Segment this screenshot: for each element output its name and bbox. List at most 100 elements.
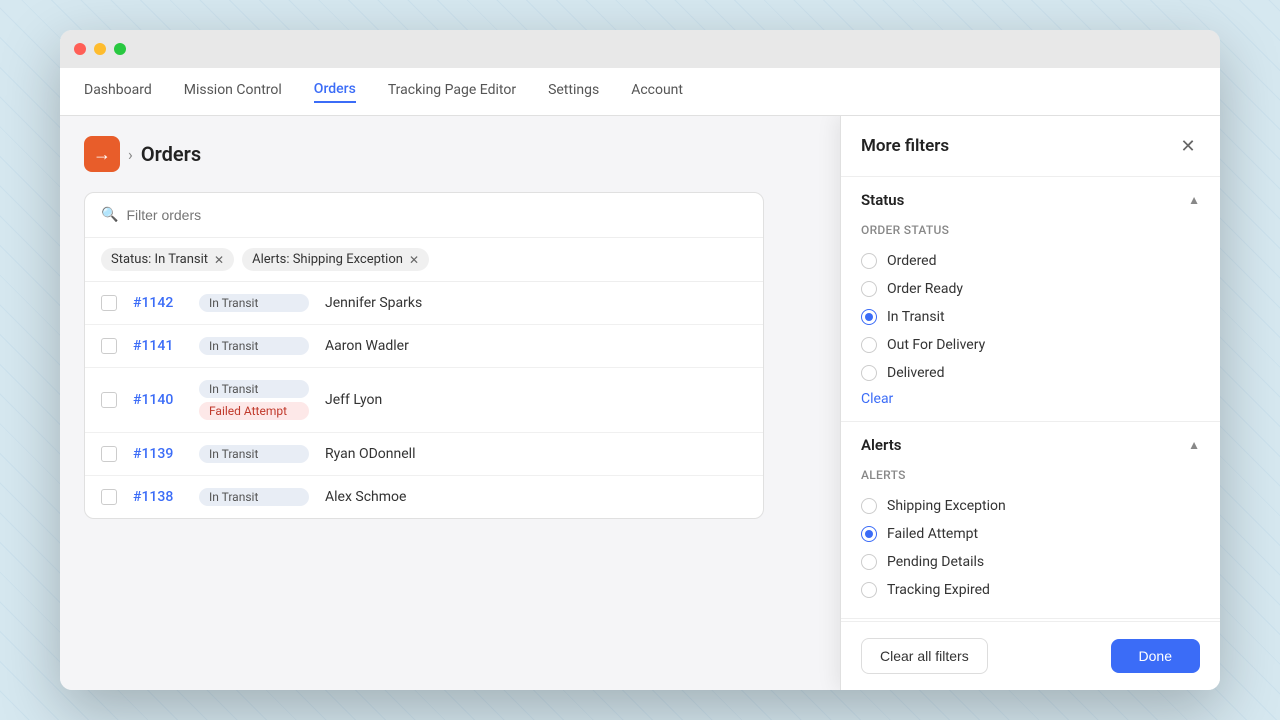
radio-out-for-delivery-label: Out For Delivery [887, 337, 985, 353]
alerts-filter-section: Alerts ▲ Alerts Shipping Exception Faile… [841, 422, 1220, 619]
radio-order-ready[interactable] [861, 281, 877, 297]
search-input[interactable] [126, 207, 747, 223]
radio-delivered[interactable] [861, 365, 877, 381]
search-icon: 🔍 [101, 207, 118, 223]
search-bar: 🔍 [85, 193, 763, 238]
filter-tag-status-label: Status: In Transit [111, 252, 208, 267]
nav-item-account[interactable]: Account [631, 82, 683, 102]
orders-table: #1142 In Transit Jennifer Sparks #1141 I… [85, 282, 763, 518]
status-badge: In Transit [199, 445, 309, 463]
filter-tag-alerts-label: Alerts: Shipping Exception [252, 252, 403, 267]
radio-option-out-for-delivery[interactable]: Out For Delivery [861, 331, 1200, 359]
status-section-header[interactable]: Status ▲ [841, 177, 1220, 223]
order-number[interactable]: #1138 [133, 489, 183, 505]
clear-status-link[interactable]: Clear [861, 391, 893, 407]
customer-name: Jennifer Sparks [325, 295, 747, 311]
radio-delivered-label: Delivered [887, 365, 944, 381]
brand-icon: → [84, 136, 120, 172]
app-window: Dashboard Mission Control Orders Trackin… [60, 30, 1220, 690]
orders-panel: 🔍 Status: In Transit ✕ Alerts: Shipping … [84, 192, 764, 519]
order-number[interactable]: #1141 [133, 338, 183, 354]
radio-in-transit[interactable] [861, 309, 877, 325]
nav-item-mission-control[interactable]: Mission Control [184, 82, 282, 102]
nav-item-dashboard[interactable]: Dashboard [84, 82, 152, 102]
radio-option-ordered[interactable]: Ordered [861, 247, 1200, 275]
radio-out-for-delivery[interactable] [861, 337, 877, 353]
breadcrumb-chevron-icon: › [128, 145, 133, 164]
filter-panel-footer: Clear all filters Done [841, 621, 1220, 690]
nav-item-orders[interactable]: Orders [314, 81, 356, 103]
radio-option-failed-attempt[interactable]: Failed Attempt [861, 520, 1200, 548]
status-badges: In Transit Failed Attempt [199, 380, 309, 420]
filter-panel: More filters ✕ Status ▲ Order Status Ord… [840, 116, 1220, 690]
table-row: #1142 In Transit Jennifer Sparks [85, 282, 763, 325]
status-chevron-icon: ▲ [1188, 193, 1200, 207]
brand-arrow-icon: → [93, 144, 111, 165]
close-filter-panel-button[interactable]: ✕ [1176, 134, 1200, 158]
status-section-body: Order Status Ordered Order Ready In Tran… [841, 223, 1220, 421]
order-number[interactable]: #1140 [133, 392, 183, 408]
alerts-subtitle: Alerts [861, 468, 1200, 482]
radio-tracking-expired[interactable] [861, 582, 877, 598]
radio-option-shipping-exception[interactable]: Shipping Exception [861, 492, 1200, 520]
radio-tracking-expired-label: Tracking Expired [887, 582, 990, 598]
failed-attempt-badge: Failed Attempt [199, 402, 309, 420]
status-badges: In Transit [199, 445, 309, 463]
row-checkbox[interactable] [101, 392, 117, 408]
order-status-subtitle: Order Status [861, 223, 1200, 237]
filter-tag-alerts-remove[interactable]: ✕ [409, 254, 419, 266]
radio-ordered-label: Ordered [887, 253, 937, 269]
done-button[interactable]: Done [1111, 639, 1200, 673]
clear-all-filters-button[interactable]: Clear all filters [861, 638, 988, 674]
row-checkbox[interactable] [101, 338, 117, 354]
table-row: #1139 In Transit Ryan ODonnell [85, 433, 763, 476]
radio-pending-details[interactable] [861, 554, 877, 570]
radio-pending-details-label: Pending Details [887, 554, 984, 570]
radio-option-tracking-expired[interactable]: Tracking Expired [861, 576, 1200, 604]
filter-tags: Status: In Transit ✕ Alerts: Shipping Ex… [85, 238, 763, 282]
order-number[interactable]: #1139 [133, 446, 183, 462]
filter-tag-status-remove[interactable]: ✕ [214, 254, 224, 266]
table-row: #1141 In Transit Aaron Wadler [85, 325, 763, 368]
filter-panel-header: More filters ✕ [841, 116, 1220, 177]
page-title: Orders [141, 142, 201, 166]
customer-name: Alex Schmoe [325, 489, 747, 505]
status-section-title: Status [861, 191, 904, 209]
radio-option-order-ready[interactable]: Order Ready [861, 275, 1200, 303]
filter-tag-status: Status: In Transit ✕ [101, 248, 234, 271]
nav-item-tracking-page-editor[interactable]: Tracking Page Editor [388, 82, 516, 102]
minimize-window-button[interactable] [94, 43, 106, 55]
alerts-section-body: Alerts Shipping Exception Failed Attempt… [841, 468, 1220, 618]
filter-panel-title: More filters [861, 136, 949, 156]
row-checkbox[interactable] [101, 446, 117, 462]
status-badges: In Transit [199, 488, 309, 506]
close-window-button[interactable] [74, 43, 86, 55]
radio-option-in-transit[interactable]: In Transit [861, 303, 1200, 331]
filter-scroll-area: Status ▲ Order Status Ordered Order Read… [841, 177, 1220, 621]
filter-tag-alerts: Alerts: Shipping Exception ✕ [242, 248, 429, 271]
status-badge: In Transit [199, 380, 309, 398]
radio-option-delivered[interactable]: Delivered [861, 359, 1200, 387]
alerts-chevron-icon: ▲ [1188, 438, 1200, 452]
maximize-window-button[interactable] [114, 43, 126, 55]
row-checkbox[interactable] [101, 295, 117, 311]
customer-name: Aaron Wadler [325, 338, 747, 354]
radio-option-pending-details[interactable]: Pending Details [861, 548, 1200, 576]
status-badge: In Transit [199, 337, 309, 355]
radio-in-transit-label: In Transit [887, 309, 945, 325]
status-badges: In Transit [199, 337, 309, 355]
table-row: #1140 In Transit Failed Attempt Jeff Lyo… [85, 368, 763, 433]
titlebar [60, 30, 1220, 68]
radio-failed-attempt[interactable] [861, 526, 877, 542]
radio-shipping-exception[interactable] [861, 498, 877, 514]
nav-item-settings[interactable]: Settings [548, 82, 599, 102]
radio-order-ready-label: Order Ready [887, 281, 963, 297]
row-checkbox[interactable] [101, 489, 117, 505]
radio-shipping-exception-label: Shipping Exception [887, 498, 1006, 514]
navbar: Dashboard Mission Control Orders Trackin… [60, 68, 1220, 116]
alerts-section-header[interactable]: Alerts ▲ [841, 422, 1220, 468]
radio-ordered[interactable] [861, 253, 877, 269]
status-badges: In Transit [199, 294, 309, 312]
order-number[interactable]: #1142 [133, 295, 183, 311]
main-content: → › Orders 🔍 Status: In Transit ✕ Alerts… [60, 116, 1220, 690]
